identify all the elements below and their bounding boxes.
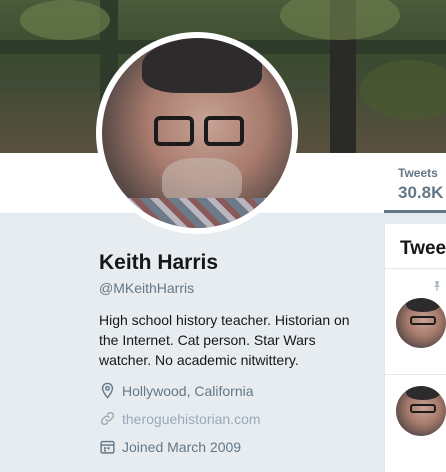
profile-name[interactable]: Keith Harris [99, 251, 218, 275]
avatar-photo [102, 38, 292, 228]
profile-joined-date: Joined March 2009 [99, 438, 241, 455]
tweets-stat-label: Tweets [398, 166, 438, 180]
location-text: Hollywood, California [122, 382, 254, 399]
tweets-stat-count: 30.8K [398, 183, 444, 202]
location-pin-icon [101, 382, 114, 399]
joined-text: Joined March 2009 [122, 438, 242, 455]
profile-avatar[interactable] [96, 32, 298, 234]
profile-website[interactable]: theroguehistorian.com [99, 410, 261, 427]
timeline-header-divider [384, 268, 446, 269]
tweets-stat[interactable]: Tweets 30.8K [398, 166, 443, 203]
calendar-icon [100, 440, 115, 454]
tweet-avatar[interactable] [396, 386, 446, 436]
active-tab-underline [384, 210, 446, 213]
profile-handle[interactable]: @MKeithHarris [99, 280, 194, 296]
timeline-title: Tweets [400, 238, 446, 259]
tweet-divider [384, 374, 446, 375]
tweet-avatar[interactable] [396, 298, 446, 348]
link-icon [100, 411, 115, 426]
pin-icon [431, 280, 443, 292]
profile-location: Hollywood, California [99, 382, 254, 399]
profile-bio: High school history teacher. Historian o… [99, 312, 350, 368]
website-link[interactable]: theroguehistorian.com [122, 411, 261, 427]
